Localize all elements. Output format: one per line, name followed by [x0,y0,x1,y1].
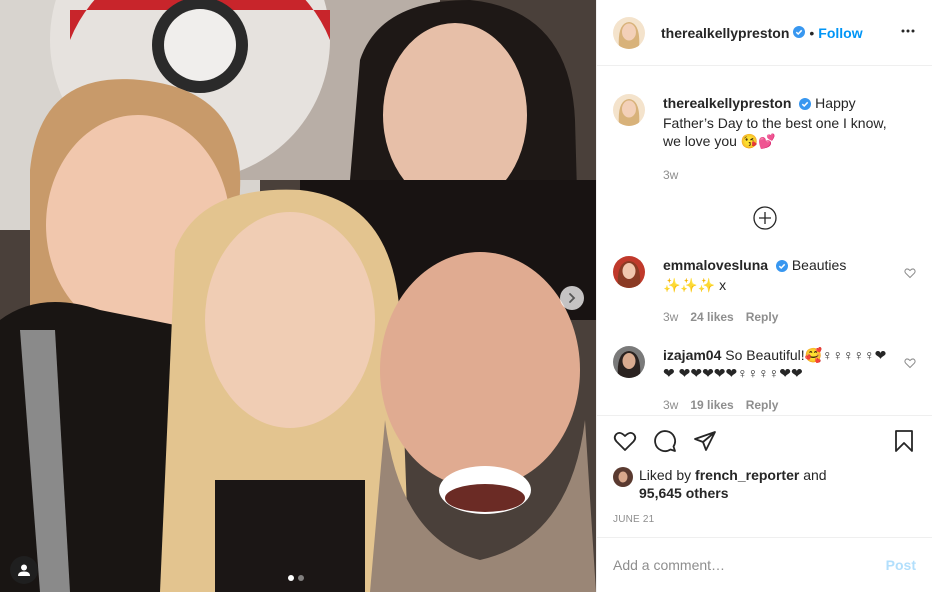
photo-illustration [0,0,596,592]
add-comment-bar: Post [597,537,932,592]
post-actions: Liked by french_reporter and 95,645 othe… [597,415,932,537]
heart-icon[interactable] [613,429,637,453]
carousel-dot-active [288,575,294,581]
comment-meta: 3w 24 likes Reply [663,308,896,326]
comment-meta: 3w 19 likes Reply [663,396,896,414]
comment-body: emmalovesluna Beauties ✨✨✨ x 3w 24 likes… [663,256,916,326]
likes-summary: Liked by french_reporter and 95,645 othe… [613,466,916,502]
verified-badge-icon [775,258,788,276]
comment-like-heart-icon[interactable] [904,266,916,282]
likes-others[interactable]: 95,645 others [639,485,729,501]
comment-age[interactable]: 3w [663,308,678,326]
verified-badge-icon [793,25,806,41]
more-options-icon[interactable] [900,23,916,42]
comments-section: therealkellypreston Happy Father’s Day t… [597,66,932,415]
avatar-image [613,256,645,288]
comment-username[interactable]: emmalovesluna [663,257,768,273]
follow-button[interactable]: Follow [818,25,862,41]
action-bar [613,426,916,456]
author-username[interactable]: therealkellypreston [661,25,789,41]
next-photo-button[interactable] [560,286,584,310]
post-photo[interactable] [0,0,596,592]
verified-badge-icon [799,96,812,114]
post-comment-button[interactable]: Post [886,557,916,573]
likes-text: Liked by french_reporter and 95,645 othe… [639,466,827,502]
caption-username[interactable]: therealkellypreston [663,95,791,111]
post-sidebar: therealkellypreston • Follow therealkell… [596,0,932,592]
commenter-avatar[interactable] [613,256,645,288]
caption-age[interactable]: 3w [663,166,678,184]
comment-body: izajam04 So Beautiful!🥰♀♀♀♀♀❤❤ ❤❤❤❤❤♀♀♀♀… [663,346,916,414]
header-separator: • [809,24,815,41]
reply-button[interactable]: Reply [746,308,779,326]
reply-button[interactable]: Reply [746,396,779,414]
likes-prefix: Liked by [639,467,692,483]
author-avatar[interactable] [613,16,645,49]
liker-avatar[interactable] [613,467,633,487]
comment-username[interactable]: izajam04 [663,347,721,363]
comment-age[interactable]: 3w [663,396,678,414]
caption-body: therealkellypreston Happy Father’s Day t… [663,94,916,184]
load-more-plus-icon [752,206,777,230]
instagram-post: therealkellypreston • Follow therealkell… [0,0,932,592]
post-date[interactable]: JUNE 21 [613,514,916,537]
post-caption: therealkellypreston Happy Father’s Day t… [613,94,916,184]
comment-item: izajam04 So Beautiful!🥰♀♀♀♀♀❤❤ ❤❤❤❤❤♀♀♀♀… [613,346,916,414]
avatar-image [613,94,645,126]
tag-user-button[interactable] [10,556,38,584]
carousel-indicator [288,575,304,581]
avatar-image [613,346,645,378]
carousel-dot [298,575,304,581]
tag-user-icon [18,564,30,576]
liker-username[interactable]: french_reporter [695,467,799,483]
load-more-comments-button[interactable] [613,206,916,230]
caption-meta: 3w [663,166,896,184]
commenter-avatar[interactable] [613,346,645,378]
bookmark-icon[interactable] [892,429,916,453]
share-icon[interactable] [693,429,717,453]
avatar-image [613,467,633,487]
comment-input[interactable] [613,557,886,573]
caption-avatar[interactable] [613,94,645,126]
post-header: therealkellypreston • Follow [597,0,932,66]
comment-likes[interactable]: 19 likes [690,396,733,414]
comment-icon[interactable] [653,429,677,453]
comment-likes[interactable]: 24 likes [690,308,733,326]
next-arrow-icon [569,293,576,303]
comment-item: emmalovesluna Beauties ✨✨✨ x 3w 24 likes… [613,256,916,326]
comment-like-heart-icon[interactable] [904,356,916,372]
avatar-image [613,16,645,49]
likes-and: and [803,467,827,483]
